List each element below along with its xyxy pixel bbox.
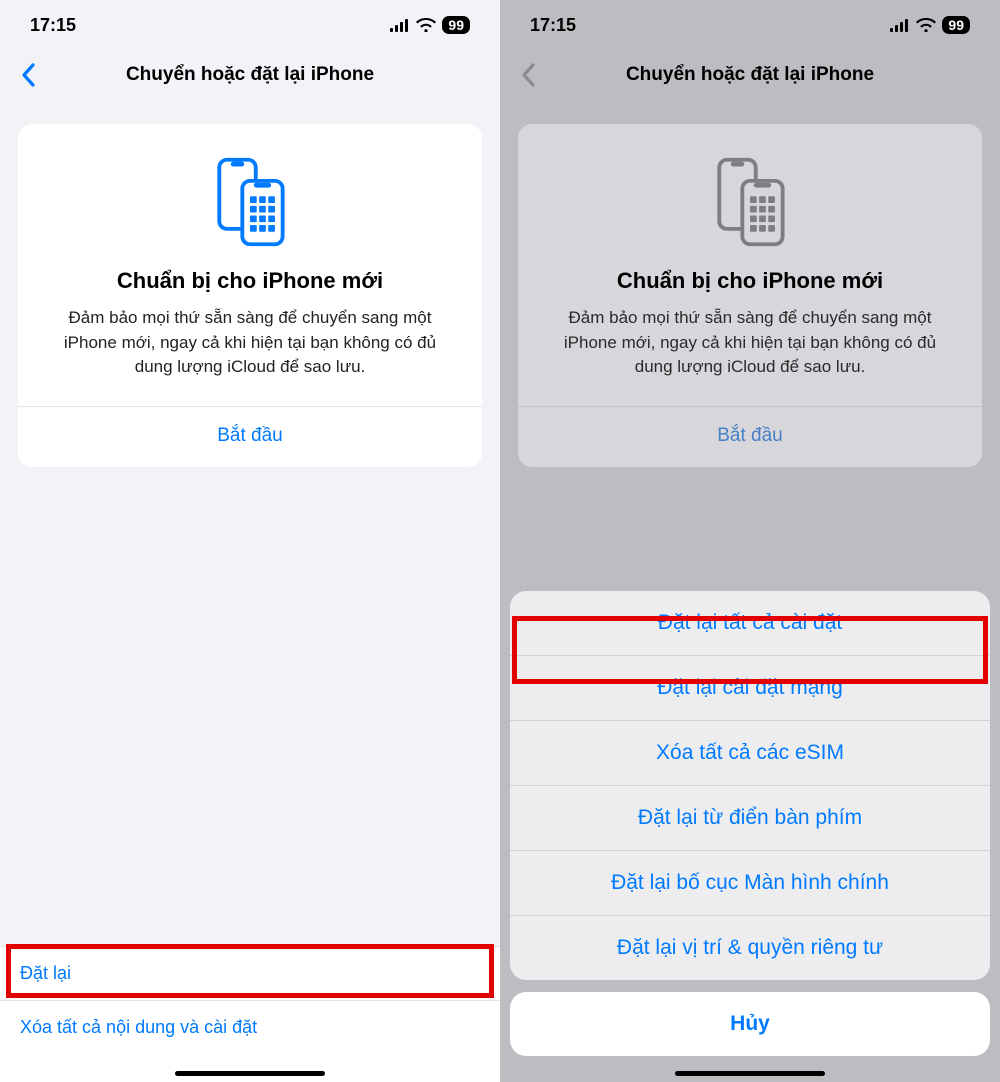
- status-bar: 17:15 99: [500, 0, 1000, 50]
- wifi-icon: [416, 18, 436, 32]
- page-title: Chuyển hoặc đặt lại iPhone: [500, 64, 1000, 86]
- status-right: 99: [890, 16, 970, 34]
- bottom-list: Đặt lại Xóa tất cả nội dung và cài đặt: [0, 946, 500, 1082]
- phone-screen-left: 17:15 99 Chuyển hoặc đặt lại iPhone: [0, 0, 500, 1082]
- reset-options-sheet: Đặt lại tất cả cài đặt Đặt lại cài đặt m…: [510, 591, 990, 980]
- erase-all-row[interactable]: Xóa tất cả nội dung và cài đặt: [0, 1000, 500, 1054]
- prepare-phones-icon: [538, 154, 962, 250]
- cancel-button[interactable]: Hủy: [510, 992, 990, 1056]
- battery-level: 99: [942, 16, 970, 34]
- phone-screen-right: 17:15 99 Chuyển hoặc đặt lại iPhone: [500, 0, 1000, 1082]
- erase-all-esim-button[interactable]: Xóa tất cả các eSIM: [510, 721, 990, 786]
- reset-row[interactable]: Đặt lại: [0, 946, 500, 1000]
- status-time: 17:15: [530, 15, 576, 36]
- get-started-button[interactable]: Bắt đầu: [38, 407, 462, 467]
- status-right: 99: [390, 16, 470, 34]
- reset-network-settings-button[interactable]: Đặt lại cài đặt mạng: [510, 656, 990, 721]
- reset-all-settings-button[interactable]: Đặt lại tất cả cài đặt: [510, 591, 990, 656]
- card-description: Đảm bảo mọi thứ sẵn sàng để chuyển sang …: [38, 306, 462, 406]
- card-title: Chuẩn bị cho iPhone mới: [538, 268, 962, 294]
- cellular-signal-icon: [890, 19, 910, 32]
- reset-location-privacy-button[interactable]: Đặt lại vị trí & quyền riêng tư: [510, 916, 990, 980]
- content-area: Chuẩn bị cho iPhone mới Đảm bảo mọi thứ …: [0, 100, 500, 467]
- prepare-card: Chuẩn bị cho iPhone mới Đảm bảo mọi thứ …: [18, 124, 482, 467]
- prepare-phones-icon: [38, 154, 462, 250]
- nav-bar: Chuyển hoặc đặt lại iPhone: [500, 50, 1000, 100]
- cellular-signal-icon: [390, 19, 410, 32]
- reset-keyboard-dictionary-button[interactable]: Đặt lại từ điển bàn phím: [510, 786, 990, 851]
- nav-bar: Chuyển hoặc đặt lại iPhone: [0, 50, 500, 100]
- content-area: Chuẩn bị cho iPhone mới Đảm bảo mọi thứ …: [500, 100, 1000, 467]
- get-started-button: Bắt đầu: [538, 407, 962, 467]
- prepare-card: Chuẩn bị cho iPhone mới Đảm bảo mọi thứ …: [518, 124, 982, 467]
- page-title: Chuyển hoặc đặt lại iPhone: [0, 64, 500, 86]
- home-indicator[interactable]: [675, 1071, 825, 1076]
- back-button: [516, 60, 540, 90]
- battery-level: 99: [442, 16, 470, 34]
- home-indicator[interactable]: [175, 1071, 325, 1076]
- reset-home-screen-button[interactable]: Đặt lại bố cục Màn hình chính: [510, 851, 990, 916]
- action-sheet: Đặt lại tất cả cài đặt Đặt lại cài đặt m…: [510, 591, 990, 1072]
- status-time: 17:15: [30, 15, 76, 36]
- card-title: Chuẩn bị cho iPhone mới: [38, 268, 462, 294]
- back-button[interactable]: [16, 60, 40, 90]
- wifi-icon: [916, 18, 936, 32]
- card-description: Đảm bảo mọi thứ sẵn sàng để chuyển sang …: [538, 306, 962, 406]
- status-bar: 17:15 99: [0, 0, 500, 50]
